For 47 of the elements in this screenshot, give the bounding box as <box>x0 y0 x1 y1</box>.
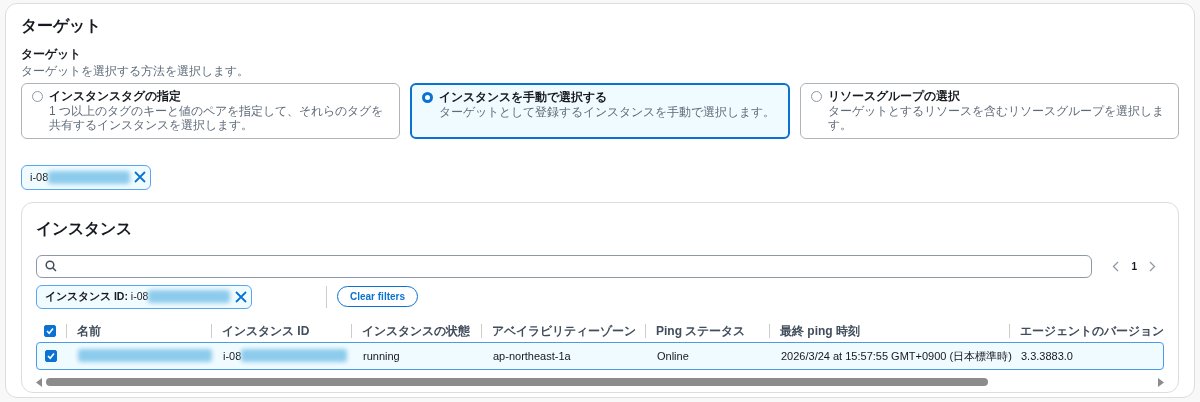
radio-button[interactable] <box>32 90 43 102</box>
column-header: インスタンス ID <box>211 323 351 338</box>
column-header: アベイラビリティーゾーン <box>481 323 645 338</box>
scroll-right-icon[interactable] <box>1158 377 1164 387</box>
panel-title: インスタンス <box>36 218 133 239</box>
table-cell-text: running <box>363 348 400 364</box>
search-icon <box>45 260 57 273</box>
field-description: ターゲットを選択する方法を選択します。 <box>21 62 250 80</box>
option-title: インスタンスタグの指定 <box>49 88 182 104</box>
option-description: ターゲットとするリソースを含むリソースグループを選択します。 <box>827 103 1165 133</box>
check-icon <box>46 326 54 335</box>
table-cell-text: 3.3.3883.0 <box>1021 348 1073 364</box>
column-header: 最終 ping 時刻 <box>769 323 1009 338</box>
check-icon <box>47 351 55 360</box>
search-field[interactable] <box>36 254 1093 278</box>
column-header: 名前 <box>66 323 211 338</box>
close-icon[interactable] <box>235 290 247 303</box>
table-cell-text: Online <box>657 348 689 364</box>
checkbox[interactable] <box>44 324 56 337</box>
option-description: 1 つ以上のタグのキーと値のペアを指定して、それらのタグを共有するインスタンスを選択します。 <box>49 103 384 133</box>
table-row[interactable]: i-08 running ap-northeast-1a Online 2026/3/24 at 15:57:55 GMT+0900 (日本標準時) 3.3.3883.0 <box>36 341 1164 370</box>
table-cell-text: i-08 <box>223 348 242 364</box>
radio-card[interactable]: リソースグループの選択 ターゲットとするリソースを含むリソースグループを選択します。 <box>799 82 1179 139</box>
option-title: インスタンスを手動で選択する <box>439 89 609 105</box>
column-header: エージェントのバージョン <box>1009 323 1164 338</box>
radio-button[interactable] <box>810 90 822 102</box>
column-header: Ping ステータス <box>645 323 769 338</box>
page-number[interactable]: 1 <box>1131 258 1137 274</box>
radio-button[interactable] <box>422 91 434 103</box>
filter-text: インスタンス ID: i-08 <box>45 288 149 304</box>
option-description: ターゲットとして登録するインスタンスを手動で選択します。 <box>439 104 776 120</box>
clear-filters-button[interactable]: Clear filters <box>337 286 419 308</box>
radio-card[interactable]: インスタンスを手動で選択する ターゲットとして登録するインスタンスを手動で選択します。 <box>410 82 790 139</box>
token-text: i-08 <box>30 170 49 186</box>
close-icon[interactable] <box>134 171 147 184</box>
column-header: インスタンスの状態 <box>351 323 481 338</box>
scroll-left-icon[interactable] <box>36 377 42 387</box>
option-title: リソースグループの選択 <box>827 88 961 104</box>
field-label: ターゲット <box>21 48 82 62</box>
chevron-left-icon[interactable] <box>1112 260 1120 272</box>
table-cell-text: ap-northeast-1a <box>493 348 571 364</box>
scrollbar-thumb[interactable] <box>46 378 988 387</box>
checkbox[interactable] <box>45 349 57 362</box>
section-title: ターゲット <box>21 16 102 36</box>
table-cell-text: 2026/3/24 at 15:57:55 GMT+0900 (日本標準時) <box>781 348 1012 364</box>
chevron-right-icon[interactable] <box>1149 260 1156 272</box>
radio-card[interactable]: インスタンスタグの指定 1 つ以上のタグのキーと値のペアを指定して、それらのタグを共有するインスタンスを選択します。 <box>21 82 401 139</box>
